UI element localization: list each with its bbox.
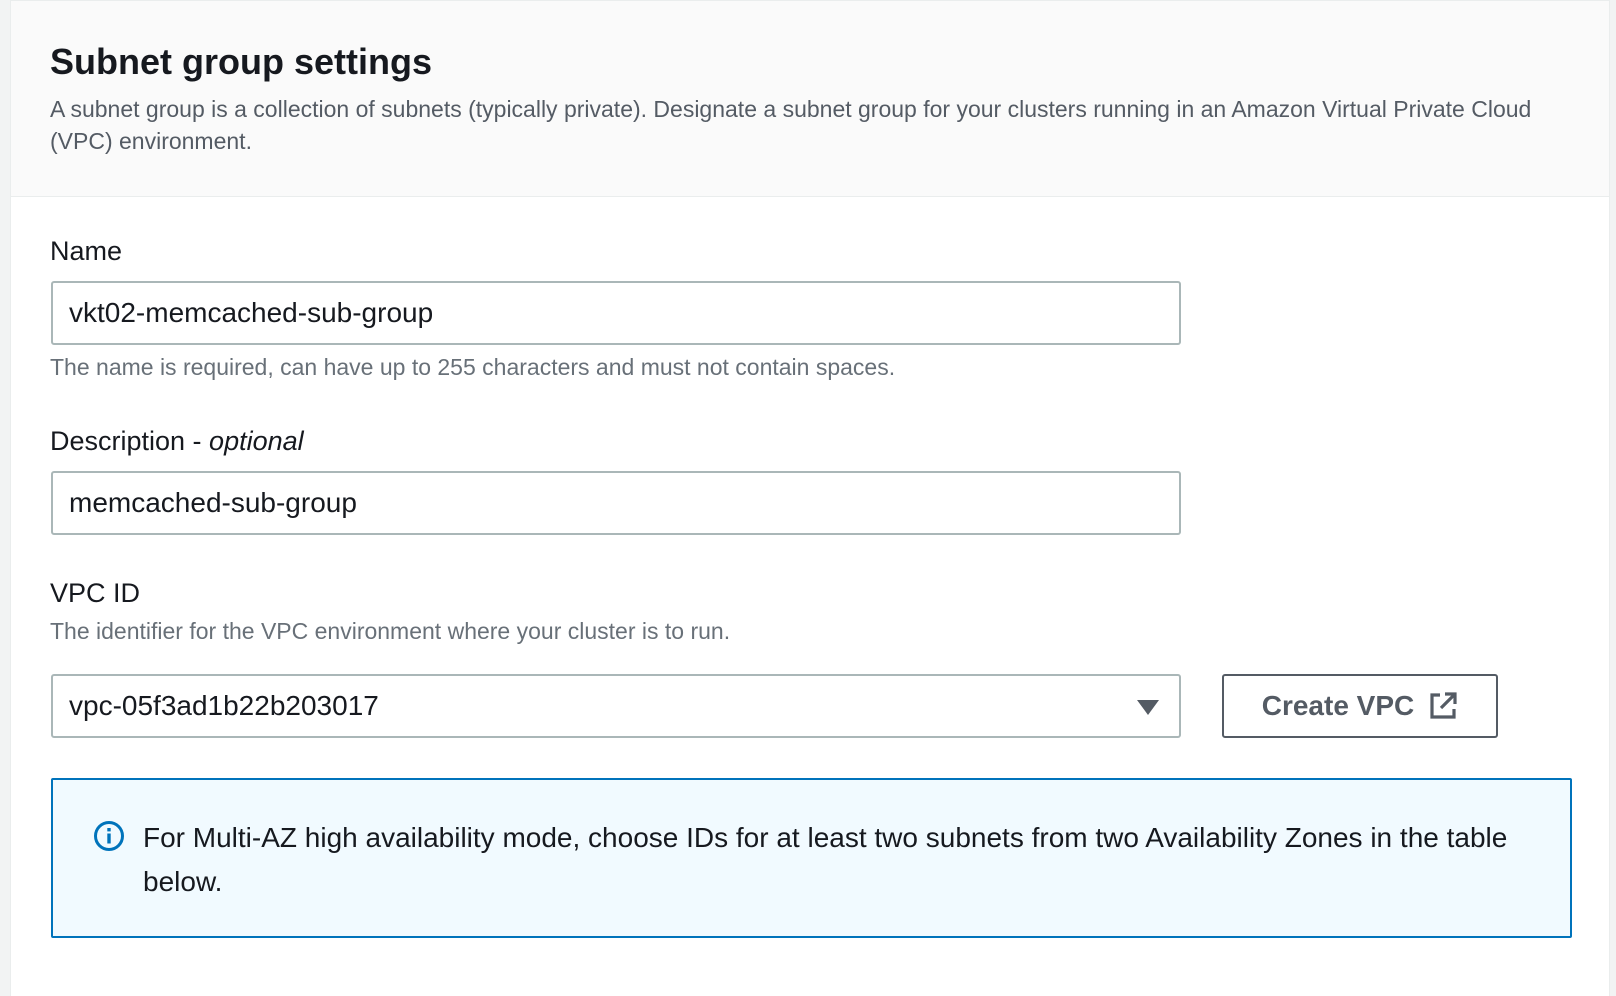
info-alert: For Multi-AZ high availability mode, cho… xyxy=(51,778,1572,938)
section-title: Subnet group settings xyxy=(50,41,432,82)
name-input[interactable] xyxy=(51,281,1181,345)
caret-down-icon xyxy=(1137,700,1159,715)
name-hint: The name is required, can have up to 255… xyxy=(50,354,896,380)
vpc-id-hint: The identifier for the VPC environment w… xyxy=(50,618,731,644)
vpc-id-label: VPC ID xyxy=(50,578,141,608)
section-description: A subnet group is a collection of subnet… xyxy=(50,96,1532,154)
description-input[interactable] xyxy=(51,471,1181,535)
create-vpc-button[interactable]: Create VPC xyxy=(1222,674,1498,738)
description-label-text: Description - xyxy=(50,426,210,456)
subnet-group-settings-panel: Subnet group settings A subnet group is … xyxy=(10,0,1610,996)
external-link-icon xyxy=(1430,692,1457,719)
vpc-id-select[interactable]: vpc-05f3ad1b22b203017 xyxy=(51,674,1181,738)
info-icon xyxy=(94,821,124,851)
info-alert-text: For Multi-AZ high availability mode, cho… xyxy=(143,822,1508,897)
name-label: Name xyxy=(50,236,123,266)
create-vpc-label: Create VPC xyxy=(1261,690,1415,721)
optional-marker: optional xyxy=(209,426,304,456)
description-label: Description - optional xyxy=(50,426,304,457)
panel-header: Subnet group settings A subnet group is … xyxy=(11,0,1609,197)
vpc-id-selected-value: vpc-05f3ad1b22b203017 xyxy=(69,690,379,721)
